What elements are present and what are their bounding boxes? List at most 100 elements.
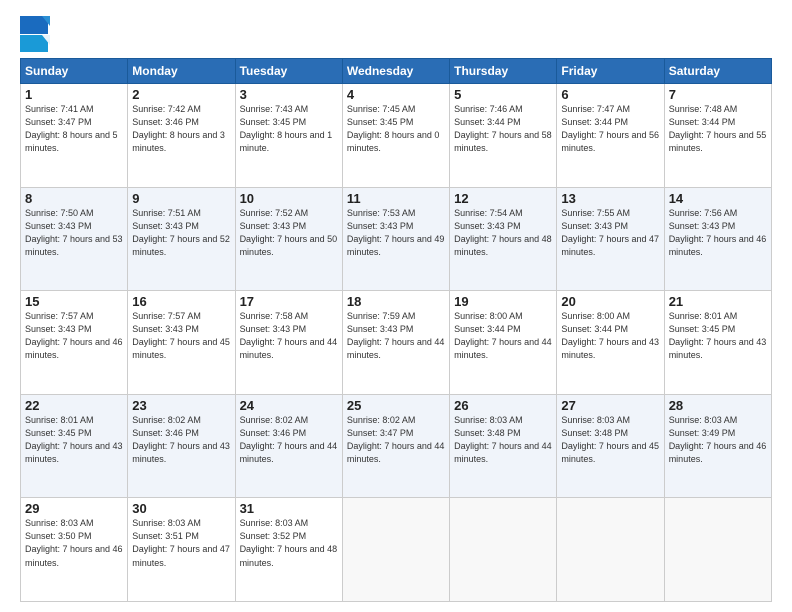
- day-number: 27: [561, 398, 659, 413]
- table-row: 27 Sunrise: 8:03 AM Sunset: 3:48 PM Dayl…: [557, 394, 664, 498]
- day-number: 1: [25, 87, 123, 102]
- day-detail: Sunrise: 7:42 AM Sunset: 3:46 PM Dayligh…: [132, 103, 230, 155]
- day-number: 12: [454, 191, 552, 206]
- table-row: 7 Sunrise: 7:48 AM Sunset: 3:44 PM Dayli…: [664, 84, 771, 188]
- day-number: 14: [669, 191, 767, 206]
- table-row: 25 Sunrise: 8:02 AM Sunset: 3:47 PM Dayl…: [342, 394, 449, 498]
- day-number: 4: [347, 87, 445, 102]
- header: [20, 16, 772, 52]
- calendar-week-row: 8 Sunrise: 7:50 AM Sunset: 3:43 PM Dayli…: [21, 187, 772, 291]
- day-number: 11: [347, 191, 445, 206]
- day-detail: Sunrise: 7:50 AM Sunset: 3:43 PM Dayligh…: [25, 207, 123, 259]
- table-row: 4 Sunrise: 7:45 AM Sunset: 3:45 PM Dayli…: [342, 84, 449, 188]
- day-detail: Sunrise: 7:45 AM Sunset: 3:45 PM Dayligh…: [347, 103, 445, 155]
- day-detail: Sunrise: 7:53 AM Sunset: 3:43 PM Dayligh…: [347, 207, 445, 259]
- calendar-week-row: 22 Sunrise: 8:01 AM Sunset: 3:45 PM Dayl…: [21, 394, 772, 498]
- calendar-week-row: 15 Sunrise: 7:57 AM Sunset: 3:43 PM Dayl…: [21, 291, 772, 395]
- day-number: 21: [669, 294, 767, 309]
- day-detail: Sunrise: 8:03 AM Sunset: 3:52 PM Dayligh…: [240, 517, 338, 569]
- day-detail: Sunrise: 7:55 AM Sunset: 3:43 PM Dayligh…: [561, 207, 659, 259]
- table-row: 15 Sunrise: 7:57 AM Sunset: 3:43 PM Dayl…: [21, 291, 128, 395]
- table-row: 13 Sunrise: 7:55 AM Sunset: 3:43 PM Dayl…: [557, 187, 664, 291]
- calendar-week-row: 29 Sunrise: 8:03 AM Sunset: 3:50 PM Dayl…: [21, 498, 772, 602]
- table-row: 24 Sunrise: 8:02 AM Sunset: 3:46 PM Dayl…: [235, 394, 342, 498]
- day-detail: Sunrise: 8:02 AM Sunset: 3:47 PM Dayligh…: [347, 414, 445, 466]
- day-number: 19: [454, 294, 552, 309]
- table-row: [342, 498, 449, 602]
- day-number: 31: [240, 501, 338, 516]
- col-monday: Monday: [128, 59, 235, 84]
- table-row: 20 Sunrise: 8:00 AM Sunset: 3:44 PM Dayl…: [557, 291, 664, 395]
- day-number: 29: [25, 501, 123, 516]
- calendar-header-row: Sunday Monday Tuesday Wednesday Thursday…: [21, 59, 772, 84]
- day-detail: Sunrise: 7:59 AM Sunset: 3:43 PM Dayligh…: [347, 310, 445, 362]
- table-row: 1 Sunrise: 7:41 AM Sunset: 3:47 PM Dayli…: [21, 84, 128, 188]
- day-detail: Sunrise: 7:54 AM Sunset: 3:43 PM Dayligh…: [454, 207, 552, 259]
- col-saturday: Saturday: [664, 59, 771, 84]
- table-row: 3 Sunrise: 7:43 AM Sunset: 3:45 PM Dayli…: [235, 84, 342, 188]
- calendar-table: Sunday Monday Tuesday Wednesday Thursday…: [20, 58, 772, 602]
- day-detail: Sunrise: 7:46 AM Sunset: 3:44 PM Dayligh…: [454, 103, 552, 155]
- table-row: 16 Sunrise: 7:57 AM Sunset: 3:43 PM Dayl…: [128, 291, 235, 395]
- table-row: 19 Sunrise: 8:00 AM Sunset: 3:44 PM Dayl…: [450, 291, 557, 395]
- day-detail: Sunrise: 7:52 AM Sunset: 3:43 PM Dayligh…: [240, 207, 338, 259]
- logo-icon: [20, 16, 50, 52]
- col-friday: Friday: [557, 59, 664, 84]
- page: Sunday Monday Tuesday Wednesday Thursday…: [0, 0, 792, 612]
- table-row: 6 Sunrise: 7:47 AM Sunset: 3:44 PM Dayli…: [557, 84, 664, 188]
- day-detail: Sunrise: 8:00 AM Sunset: 3:44 PM Dayligh…: [561, 310, 659, 362]
- col-sunday: Sunday: [21, 59, 128, 84]
- day-detail: Sunrise: 7:51 AM Sunset: 3:43 PM Dayligh…: [132, 207, 230, 259]
- day-number: 17: [240, 294, 338, 309]
- table-row: 10 Sunrise: 7:52 AM Sunset: 3:43 PM Dayl…: [235, 187, 342, 291]
- day-detail: Sunrise: 8:03 AM Sunset: 3:48 PM Dayligh…: [561, 414, 659, 466]
- table-row: 11 Sunrise: 7:53 AM Sunset: 3:43 PM Dayl…: [342, 187, 449, 291]
- day-number: 30: [132, 501, 230, 516]
- table-row: 2 Sunrise: 7:42 AM Sunset: 3:46 PM Dayli…: [128, 84, 235, 188]
- day-detail: Sunrise: 8:02 AM Sunset: 3:46 PM Dayligh…: [132, 414, 230, 466]
- day-detail: Sunrise: 7:41 AM Sunset: 3:47 PM Dayligh…: [25, 103, 123, 155]
- col-thursday: Thursday: [450, 59, 557, 84]
- table-row: 26 Sunrise: 8:03 AM Sunset: 3:48 PM Dayl…: [450, 394, 557, 498]
- col-wednesday: Wednesday: [342, 59, 449, 84]
- day-detail: Sunrise: 7:43 AM Sunset: 3:45 PM Dayligh…: [240, 103, 338, 155]
- day-detail: Sunrise: 7:56 AM Sunset: 3:43 PM Dayligh…: [669, 207, 767, 259]
- day-number: 22: [25, 398, 123, 413]
- day-detail: Sunrise: 8:03 AM Sunset: 3:49 PM Dayligh…: [669, 414, 767, 466]
- day-detail: Sunrise: 8:02 AM Sunset: 3:46 PM Dayligh…: [240, 414, 338, 466]
- day-detail: Sunrise: 8:01 AM Sunset: 3:45 PM Dayligh…: [25, 414, 123, 466]
- table-row: [450, 498, 557, 602]
- day-number: 20: [561, 294, 659, 309]
- table-row: 12 Sunrise: 7:54 AM Sunset: 3:43 PM Dayl…: [450, 187, 557, 291]
- logo: [20, 16, 52, 52]
- day-detail: Sunrise: 7:47 AM Sunset: 3:44 PM Dayligh…: [561, 103, 659, 155]
- day-detail: Sunrise: 8:01 AM Sunset: 3:45 PM Dayligh…: [669, 310, 767, 362]
- day-number: 16: [132, 294, 230, 309]
- day-number: 24: [240, 398, 338, 413]
- table-row: 28 Sunrise: 8:03 AM Sunset: 3:49 PM Dayl…: [664, 394, 771, 498]
- day-number: 6: [561, 87, 659, 102]
- table-row: 5 Sunrise: 7:46 AM Sunset: 3:44 PM Dayli…: [450, 84, 557, 188]
- day-number: 23: [132, 398, 230, 413]
- day-detail: Sunrise: 8:03 AM Sunset: 3:50 PM Dayligh…: [25, 517, 123, 569]
- day-number: 18: [347, 294, 445, 309]
- day-number: 9: [132, 191, 230, 206]
- table-row: 29 Sunrise: 8:03 AM Sunset: 3:50 PM Dayl…: [21, 498, 128, 602]
- day-detail: Sunrise: 7:57 AM Sunset: 3:43 PM Dayligh…: [132, 310, 230, 362]
- day-number: 13: [561, 191, 659, 206]
- table-row: 22 Sunrise: 8:01 AM Sunset: 3:45 PM Dayl…: [21, 394, 128, 498]
- calendar-week-row: 1 Sunrise: 7:41 AM Sunset: 3:47 PM Dayli…: [21, 84, 772, 188]
- day-detail: Sunrise: 7:58 AM Sunset: 3:43 PM Dayligh…: [240, 310, 338, 362]
- table-row: 8 Sunrise: 7:50 AM Sunset: 3:43 PM Dayli…: [21, 187, 128, 291]
- table-row: [664, 498, 771, 602]
- table-row: 17 Sunrise: 7:58 AM Sunset: 3:43 PM Dayl…: [235, 291, 342, 395]
- col-tuesday: Tuesday: [235, 59, 342, 84]
- table-row: [557, 498, 664, 602]
- day-detail: Sunrise: 8:03 AM Sunset: 3:48 PM Dayligh…: [454, 414, 552, 466]
- day-number: 15: [25, 294, 123, 309]
- day-number: 3: [240, 87, 338, 102]
- day-number: 2: [132, 87, 230, 102]
- table-row: 21 Sunrise: 8:01 AM Sunset: 3:45 PM Dayl…: [664, 291, 771, 395]
- table-row: 9 Sunrise: 7:51 AM Sunset: 3:43 PM Dayli…: [128, 187, 235, 291]
- day-number: 28: [669, 398, 767, 413]
